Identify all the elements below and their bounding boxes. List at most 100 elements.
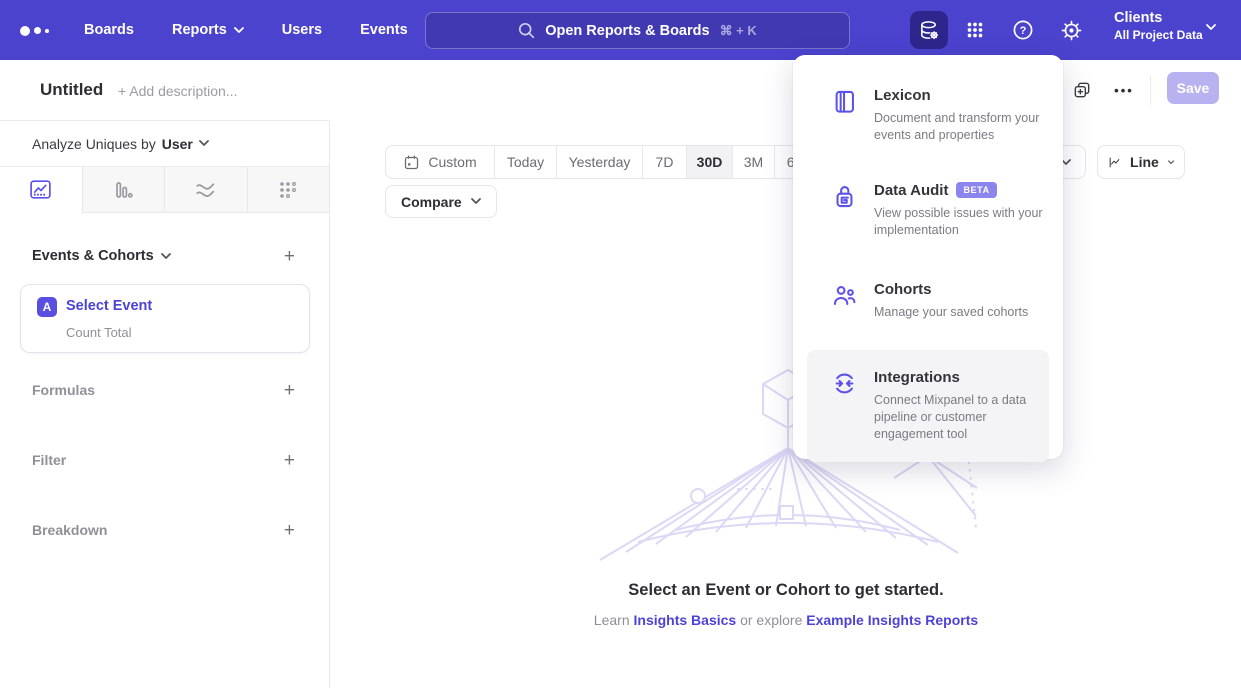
events-cohorts-section: Events & Cohorts + (32, 245, 295, 267)
project-scope: All Project Data (1114, 28, 1203, 42)
menu-item-title: Cohorts (874, 281, 932, 298)
data-management-dropdown: Lexicon Document and transform your even… (793, 55, 1063, 459)
menu-item-title: Lexicon (874, 87, 931, 104)
analyze-row: Analyze Uniques by User (0, 121, 329, 167)
nav-label: Boards (84, 22, 134, 38)
add-description-field[interactable]: + Add description... (118, 83, 237, 99)
add-formula-button[interactable]: + (284, 381, 295, 400)
insights-basics-link[interactable]: Insights Basics (634, 612, 737, 628)
calendar-icon (403, 154, 420, 171)
menu-item-title: Integrations (874, 369, 960, 386)
empty-state-title: Select an Event or Cohort to get started… (331, 581, 1241, 600)
example-insights-reports-link[interactable]: Example Insights Reports (806, 612, 978, 628)
data-audit-icon (831, 183, 858, 210)
add-filter-button[interactable]: + (284, 451, 295, 470)
chart-type-tabs (0, 167, 329, 213)
nav-item-events[interactable]: Events (360, 22, 408, 38)
apps-grid-button[interactable] (956, 11, 994, 49)
line-chart-icon (1108, 152, 1121, 173)
tab-flow-chart[interactable] (165, 167, 248, 213)
line-chart-tab-icon (28, 177, 53, 202)
report-canvas: Custom Today Yesterday 7D 30D 3M 6M Comp… (331, 120, 1241, 688)
menu-item-title: Data Audit (874, 182, 948, 199)
event-card[interactable]: A Select Event Count Total (20, 284, 310, 353)
database-gear-icon (918, 19, 941, 42)
query-builder-sidebar: Analyze Uniques by User (0, 120, 330, 688)
analyze-label: Analyze Uniques by (32, 136, 156, 152)
chevron-down-icon (1206, 24, 1216, 31)
mixpanel-insights-app: Boards Reports Users Events Open Reports… (0, 0, 1241, 688)
help-button[interactable]: ? (1004, 11, 1042, 49)
tab-line-chart[interactable] (0, 167, 83, 213)
chevron-down-icon (1168, 159, 1174, 166)
nav-label: Events (360, 22, 408, 38)
menu-item-description: View possible issues with your implement… (874, 205, 1054, 239)
date-range-yesterday[interactable]: Yesterday (556, 146, 642, 178)
project-selector[interactable]: Clients All Project Data (1114, 10, 1203, 42)
mixpanel-logo[interactable] (20, 22, 64, 38)
chevron-down-icon (161, 253, 171, 260)
tab-retention-chart[interactable] (248, 167, 330, 213)
chart-style-selector[interactable]: Line (1097, 145, 1185, 179)
cohorts-icon (831, 282, 858, 309)
more-options-button[interactable]: ••• (1111, 77, 1137, 103)
compare-button[interactable]: Compare (385, 185, 497, 218)
date-range-today[interactable]: Today (494, 146, 556, 178)
lexicon-icon (831, 88, 858, 115)
range-label: Today (507, 154, 544, 170)
nav-item-reports[interactable]: Reports (172, 22, 244, 38)
chevron-down-icon (471, 198, 481, 205)
more-icon: ••• (1114, 83, 1134, 98)
date-range-3m[interactable]: 3M (732, 146, 774, 178)
report-title[interactable]: Untitled (40, 80, 103, 100)
menu-item-text: Cohorts Manage your saved cohorts (874, 281, 1054, 321)
search-shortcut: ⌘ + K (720, 23, 757, 39)
search-label: Open Reports & Boards (545, 23, 709, 39)
duplicate-button[interactable] (1069, 77, 1095, 103)
events-cohorts-header[interactable]: Events & Cohorts (32, 248, 171, 264)
settings-button[interactable] (1052, 11, 1090, 49)
menu-item-integrations[interactable]: Integrations Connect Mixpanel to a data … (807, 350, 1049, 462)
date-range-custom[interactable]: Custom (386, 146, 494, 178)
menu-item-description: Connect Mixpanel to a data pipeline or c… (874, 392, 1054, 443)
save-button[interactable]: Save (1167, 72, 1219, 104)
flow-tab-icon (193, 177, 218, 202)
add-breakdown-button[interactable]: + (284, 521, 295, 540)
help-icon: ? (1011, 18, 1035, 42)
menu-item-data-audit[interactable]: Data Audit BETA View possible issues wit… (807, 182, 1049, 239)
menu-item-description: Document and transform your events and p… (874, 110, 1054, 144)
select-event-label[interactable]: Select Event (66, 298, 152, 314)
nav-label: Reports (172, 22, 227, 38)
nav-item-boards[interactable]: Boards (84, 22, 134, 38)
project-name: Clients (1114, 10, 1203, 26)
empty-state-links: Learn Insights Basics or explore Example… (331, 612, 1241, 628)
range-label: 7D (656, 154, 674, 170)
chart-style-label: Line (1130, 154, 1159, 170)
nav-item-users[interactable]: Users (282, 22, 322, 38)
beta-badge: BETA (956, 182, 996, 198)
tab-bar-chart[interactable] (83, 167, 166, 213)
primary-nav: Boards Reports Users Events (84, 0, 408, 60)
menu-item-cohorts[interactable]: Cohorts Manage your saved cohorts (807, 281, 1049, 321)
chevron-down-icon (234, 27, 244, 34)
date-range-30d[interactable]: 30D (686, 146, 732, 178)
menu-item-text: Integrations Connect Mixpanel to a data … (874, 369, 1054, 443)
global-search-button[interactable]: Open Reports & Boards ⌘ + K (425, 12, 850, 49)
analyze-value: User (162, 136, 193, 152)
top-navbar: Boards Reports Users Events Open Reports… (0, 0, 1241, 60)
grid-apps-icon (964, 19, 986, 41)
add-event-button[interactable]: + (284, 247, 295, 266)
menu-item-description: Manage your saved cohorts (874, 304, 1054, 321)
menu-item-lexicon[interactable]: Lexicon Document and transform your even… (807, 87, 1049, 144)
count-total-selector[interactable]: Count Total (66, 325, 132, 340)
event-series-badge: A (37, 297, 57, 317)
svg-text:?: ? (1020, 25, 1027, 37)
gear-icon (1060, 19, 1083, 42)
data-management-button[interactable] (910, 11, 948, 49)
chevron-down-icon (199, 140, 209, 147)
range-label: 30D (697, 154, 723, 170)
filter-label: Filter (32, 452, 66, 468)
date-range-7d[interactable]: 7D (642, 146, 686, 178)
menu-item-text: Data Audit BETA View possible issues wit… (874, 182, 1054, 239)
analyze-uniques-selector[interactable]: User (162, 136, 209, 152)
